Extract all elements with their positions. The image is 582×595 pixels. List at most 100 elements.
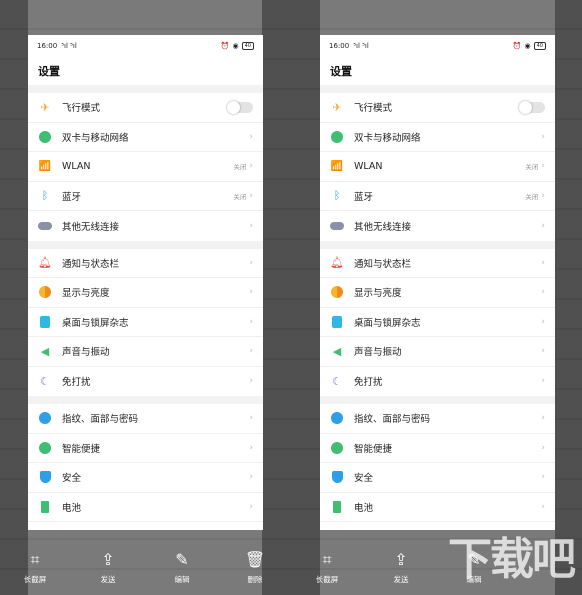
- airplane-icon: ✈: [332, 100, 342, 114]
- chevron-right-icon: ›: [249, 472, 253, 483]
- alarm-icon: ⏰: [220, 42, 230, 50]
- settings-item-label: 飞行模式: [62, 103, 101, 115]
- chevron-right-icon: ›: [249, 287, 253, 298]
- watermark-logo: 下载吧: [448, 534, 576, 585]
- settings-screen-left: 16:00 ⁵ıl ⁵ıl ⏰ ◉ 40 设置 ✈ 飞行模式 双卡与移动网络 ›…: [28, 35, 263, 530]
- settings-item-wallpaper[interactable]: 桌面与锁屏杂志 ›: [28, 308, 263, 337]
- status-bar: 16:00 ⁵ıl ⁵ıl ⏰ ◉ 40: [28, 35, 263, 57]
- page-title: 设置: [38, 65, 60, 78]
- fingerprint-icon: [38, 411, 52, 425]
- wallpaper-icon: [330, 315, 344, 329]
- airplane-mode-toggle[interactable]: [519, 100, 545, 114]
- settings-item-fingerprint[interactable]: 指纹、面部与密码 ›: [320, 404, 555, 434]
- settings-item-display[interactable]: 显示与亮度 ›: [28, 278, 263, 308]
- settings-item-other-wireless[interactable]: 其他无线连接 ›: [28, 211, 263, 241]
- settings-item-security[interactable]: 安全 ›: [28, 463, 263, 493]
- wifi-icon: 📶: [330, 160, 344, 172]
- wallpaper-icon: [38, 315, 52, 329]
- settings-item-label: 蓝牙: [62, 191, 82, 203]
- settings-item-value: 关闭: [233, 163, 247, 172]
- chevron-right-icon: ›: [249, 442, 253, 453]
- settings-item-do-not-disturb[interactable]: ☾ 免打扰 ›: [28, 367, 263, 397]
- settings-item-security[interactable]: 安全 ›: [320, 463, 555, 493]
- settings-item-bluetooth[interactable]: ᛒ 蓝牙 关闭 ›: [28, 182, 263, 211]
- settings-item-value: 关闭: [525, 192, 539, 201]
- signal-icon: ⁵ıl ⁵ıl: [61, 42, 77, 50]
- chevron-right-icon: ›: [249, 190, 253, 201]
- send-button-left[interactable]: ⇪ 发送: [83, 551, 133, 585]
- settings-item-sound[interactable]: ◀ 声音与振动 ›: [28, 337, 263, 367]
- settings-item-wlan[interactable]: 📶 WLAN 关闭 ›: [28, 152, 263, 182]
- settings-item-do-not-disturb[interactable]: ☾ 免打扰 ›: [320, 367, 555, 397]
- settings-item-label: WLAN: [62, 160, 91, 172]
- title-bar: 设置: [28, 57, 263, 85]
- title-bar: 设置: [320, 57, 555, 85]
- settings-item-value: 关闭: [525, 163, 539, 172]
- long-screenshot-button-left[interactable]: ⌗ 长截屏: [10, 551, 60, 585]
- edit-button-left[interactable]: ✎ 编辑: [157, 551, 207, 585]
- tool-label: 长截屏: [315, 575, 339, 584]
- share-icon: ⇪: [101, 550, 115, 569]
- settings-item-airplane-mode[interactable]: ✈ 飞行模式: [28, 93, 263, 123]
- settings-item-fingerprint[interactable]: 指纹、面部与密码 ›: [28, 404, 263, 434]
- settings-item-display[interactable]: 显示与亮度 ›: [320, 278, 555, 308]
- long-screenshot-button-right[interactable]: ⌗ 长截屏: [302, 551, 352, 585]
- settings-item-label: 通知与状态栏: [354, 258, 412, 270]
- settings-group-system: 指纹、面部与密码 › 智能便捷 › 安全 › 电池 › 语言 ›: [28, 404, 263, 530]
- alarm-icon: ⏰: [512, 42, 522, 50]
- settings-item-smart[interactable]: 智能便捷 ›: [320, 434, 555, 463]
- battery-icon: 40: [533, 42, 546, 50]
- settings-item-dual-sim[interactable]: 双卡与移动网络 ›: [320, 123, 555, 152]
- settings-item-sound[interactable]: ◀ 声音与振动 ›: [320, 337, 555, 367]
- battery-settings-icon: [330, 500, 344, 514]
- bluetooth-icon: ᛒ: [41, 189, 49, 203]
- delete-button-left[interactable]: 🗑︎ 删除: [230, 551, 280, 585]
- chevron-right-icon: ›: [249, 257, 253, 268]
- chevron-right-icon: ›: [249, 501, 253, 512]
- settings-item-bluetooth[interactable]: ᛒ 蓝牙 关闭 ›: [320, 182, 555, 211]
- send-button-right[interactable]: ⇪ 发送: [376, 551, 426, 585]
- settings-item-wlan[interactable]: 📶 WLAN 关闭 ›: [320, 152, 555, 182]
- settings-item-label: 免打扰: [354, 377, 383, 389]
- tool-label: 发送: [100, 575, 116, 584]
- moon-icon: ☾: [332, 374, 342, 388]
- settings-item-battery[interactable]: 电池 ›: [28, 493, 263, 522]
- settings-item-value: 关闭: [233, 192, 247, 201]
- chevron-right-icon: ›: [541, 316, 545, 327]
- settings-item-notifications[interactable]: 🔔︎ 通知与状态栏 ›: [320, 249, 555, 278]
- status-bar: 16:00 ⁵ıl ⁵ıl ⏰ ◉ 40: [320, 35, 555, 57]
- settings-item-notifications[interactable]: 🔔︎ 通知与状态栏 ›: [28, 249, 263, 278]
- share-icon: ⇪: [394, 550, 408, 569]
- settings-item-label: 飞行模式: [354, 103, 393, 115]
- chevron-right-icon: ›: [541, 346, 545, 357]
- settings-group-connectivity: ✈ 飞行模式 双卡与移动网络 › 📶 WLAN 关闭 › ᛒ 蓝牙 关闭 › 其…: [28, 93, 263, 241]
- settings-item-battery[interactable]: 电池 ›: [320, 493, 555, 522]
- brightness-icon: [38, 285, 52, 299]
- settings-item-label: 安全: [354, 473, 374, 485]
- settings-group-system: 指纹、面部与密码 › 智能便捷 › 安全 › 电池 › 语言 ›: [320, 404, 555, 530]
- settings-item-airplane-mode[interactable]: ✈ 飞行模式: [320, 93, 555, 123]
- globe-icon: [330, 130, 344, 144]
- tool-label: 长截屏: [23, 575, 47, 584]
- settings-item-other-wireless[interactable]: 其他无线连接 ›: [320, 211, 555, 241]
- settings-item-language[interactable]: 语言 ›: [28, 522, 263, 530]
- settings-screen-right: 16:00 ⁵ıl ⁵ıl ⏰ ◉ 40 设置 ✈ 飞行模式 双卡与移动网络 ›…: [320, 35, 555, 530]
- location-icon: ◉: [524, 42, 531, 50]
- settings-item-smart[interactable]: 智能便捷 ›: [28, 434, 263, 463]
- settings-item-label: 显示与亮度: [354, 288, 402, 300]
- settings-item-label: 电池: [62, 502, 82, 514]
- settings-item-label: 免打扰: [62, 377, 91, 389]
- bell-icon: 🔔︎: [330, 256, 344, 270]
- chevron-right-icon: ›: [249, 376, 253, 387]
- airplane-mode-toggle[interactable]: [227, 100, 253, 114]
- chevron-right-icon: ›: [541, 376, 545, 387]
- more-icon: [330, 219, 344, 233]
- settings-item-label: 声音与振动: [354, 347, 402, 359]
- settings-group-display: 🔔︎ 通知与状态栏 › 显示与亮度 › 桌面与锁屏杂志 › ◀ 声音与振动 › …: [320, 248, 555, 397]
- settings-item-wallpaper[interactable]: 桌面与锁屏杂志 ›: [320, 308, 555, 337]
- chevron-right-icon: ›: [249, 316, 253, 327]
- settings-item-label: 指纹、面部与密码: [354, 414, 431, 426]
- settings-item-label: 智能便捷: [354, 443, 393, 455]
- settings-item-label: 双卡与移动网络: [62, 132, 129, 144]
- settings-item-dual-sim[interactable]: 双卡与移动网络 ›: [28, 123, 263, 152]
